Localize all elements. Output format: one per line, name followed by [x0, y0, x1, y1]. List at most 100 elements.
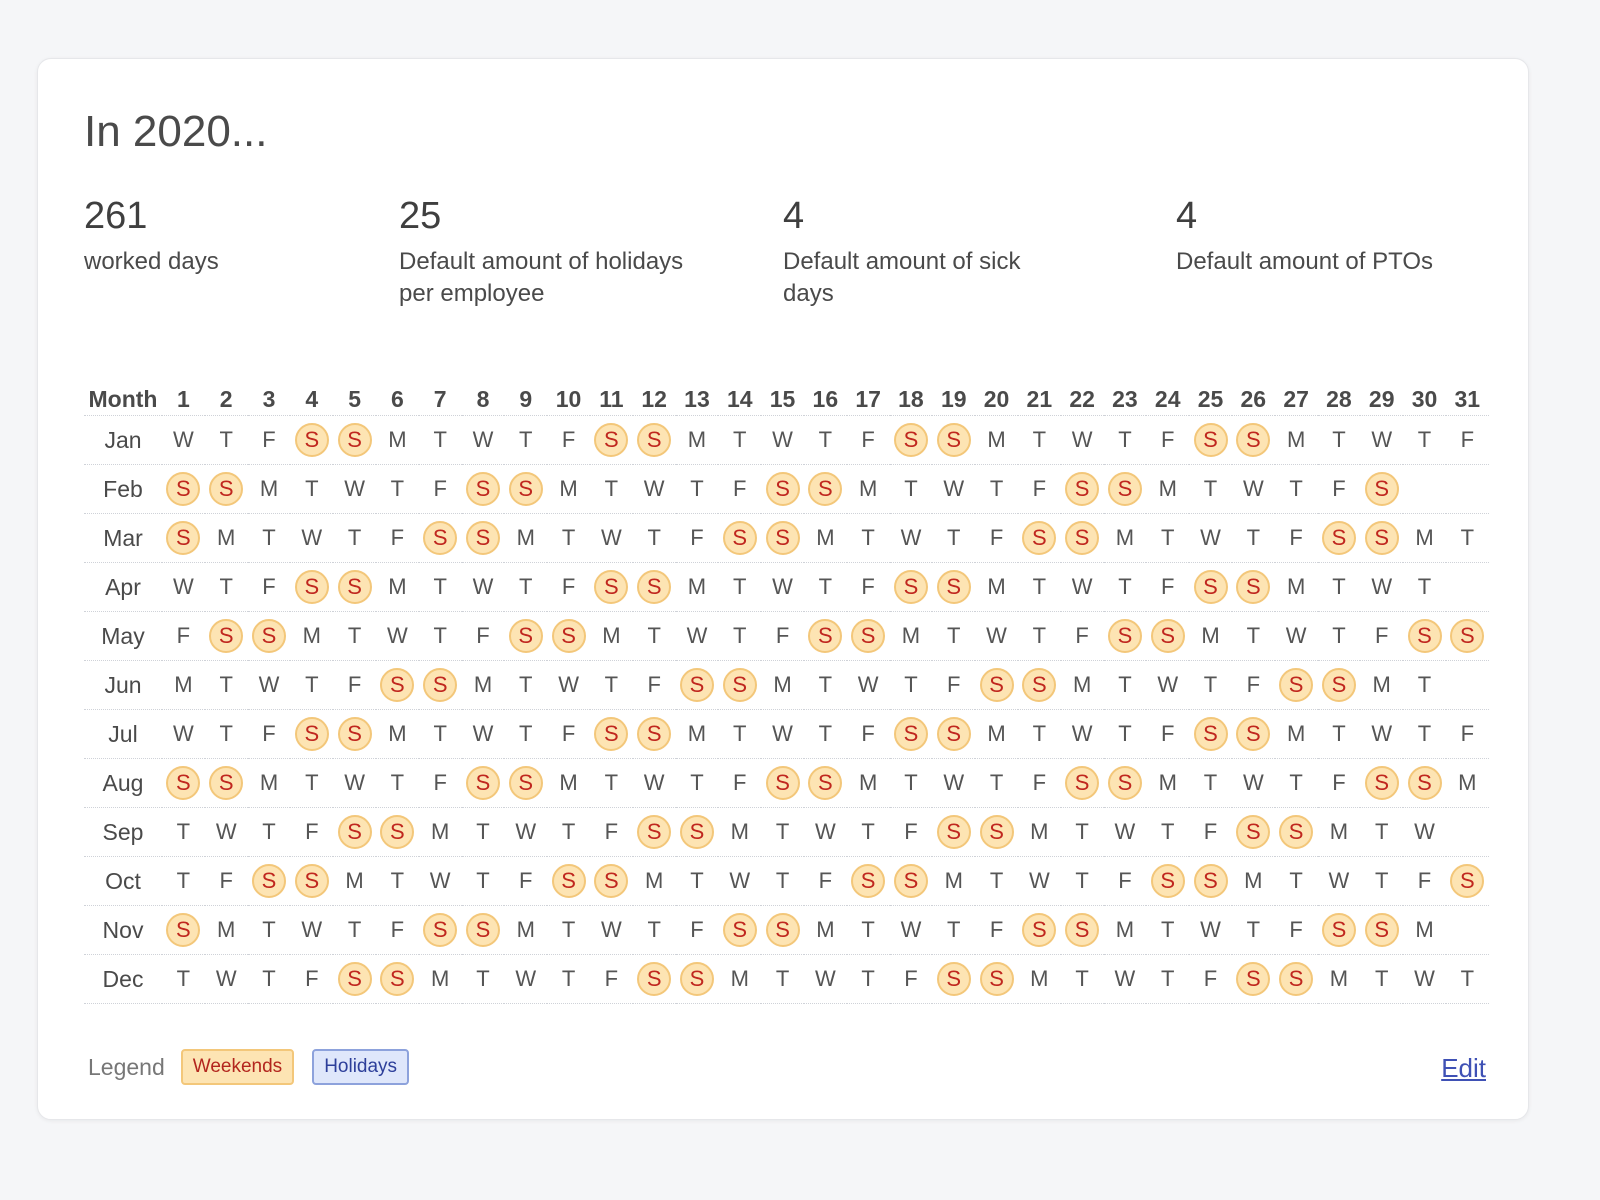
day-cell: W — [1360, 709, 1404, 759]
day-cell: T — [889, 660, 933, 710]
day-cell: T — [889, 758, 933, 808]
day-cell: F — [632, 660, 676, 710]
day-cell: S — [632, 954, 676, 1004]
day-number-header: 4 — [290, 367, 334, 416]
day-cell: F — [675, 513, 719, 563]
weekend-day-marker: S — [979, 668, 1014, 702]
day-cell: W — [761, 415, 804, 465]
month-row: Jun M T W T F S S M T W T F S S M T W T F S S M T W T F S S M T — [84, 660, 1489, 710]
weekend-day-marker: S — [637, 717, 672, 751]
month-row: Oct T F S S M T W T F S S M T W T F S S M T W T F S S M T W T F S — [84, 856, 1489, 906]
day-cell: S — [1017, 660, 1061, 710]
day-cell: S — [1017, 905, 1061, 955]
day-cell: S — [1146, 611, 1190, 661]
weekend-day-marker: S — [1279, 815, 1314, 849]
day-cell: F — [290, 954, 334, 1004]
day-cell: F — [333, 660, 376, 710]
day-cell: W — [461, 562, 505, 612]
day-cell: S — [162, 513, 205, 563]
day-cell: T — [1274, 464, 1318, 514]
day-number-header: 14 — [718, 367, 762, 416]
weekend-day-marker: S — [808, 619, 843, 653]
day-cell: S — [418, 905, 462, 955]
day-number-header: 9 — [504, 367, 548, 416]
day-cell: F — [1274, 905, 1318, 955]
month-name: May — [84, 611, 162, 661]
day-cell: S — [1103, 758, 1147, 808]
weekend-day-marker: S — [294, 717, 329, 751]
weekend-day-marker: S — [294, 423, 329, 457]
day-cell: W — [162, 709, 205, 759]
day-cell: T — [204, 562, 248, 612]
day-cell: W — [1017, 856, 1061, 906]
day-cell: T — [247, 905, 291, 955]
weekend-day-marker: S — [166, 766, 201, 800]
day-number-header: 21 — [1017, 367, 1061, 416]
day-cell: T — [461, 954, 505, 1004]
day-cell: F — [1445, 415, 1489, 465]
day-cell: S — [1103, 611, 1147, 661]
day-cell: S — [1403, 758, 1446, 808]
edit-link[interactable]: Edit — [1441, 1053, 1486, 1084]
day-cell: T — [1403, 562, 1446, 612]
day-cell: S — [418, 660, 462, 710]
day-cell: F — [718, 464, 762, 514]
day-number-header: 17 — [846, 367, 890, 416]
month-row: Dec T W T F S S M T W T F S S M T W T F S S M T W T F S S M T W T — [84, 954, 1489, 1004]
day-cell: T — [889, 464, 933, 514]
day-cell: T — [247, 513, 291, 563]
day-number-header: 8 — [461, 367, 505, 416]
day-cell: S — [889, 856, 933, 906]
day-cell: W — [589, 513, 633, 563]
day-cell: S — [1445, 856, 1489, 906]
day-cell: T — [504, 562, 548, 612]
day-cell: S — [1403, 611, 1446, 661]
day-cell: T — [1060, 807, 1104, 857]
weekend-day-marker: S — [1107, 472, 1142, 506]
empty-day-cell — [1445, 660, 1489, 710]
day-cell: F — [504, 856, 548, 906]
day-cell: S — [1317, 905, 1361, 955]
weekend-day-marker: S — [808, 472, 843, 506]
day-cell: F — [846, 562, 890, 612]
day-cell: S — [333, 807, 376, 857]
day-number-header: 10 — [547, 367, 590, 416]
page-title: In 2020... — [84, 107, 268, 156]
day-cell: T — [718, 709, 762, 759]
weekend-day-marker: S — [979, 815, 1014, 849]
day-cell: S — [290, 709, 334, 759]
day-cell: F — [1231, 660, 1275, 710]
day-cell: T — [803, 562, 847, 612]
stat-label: Default amount of sick days — [783, 248, 1021, 307]
weekend-day-marker: S — [337, 962, 372, 996]
day-cell: S — [1060, 758, 1104, 808]
weekend-day-marker: S — [508, 472, 543, 506]
weekend-day-marker: S — [679, 815, 714, 849]
month-name: Dec — [84, 954, 162, 1004]
day-cell: S — [204, 758, 248, 808]
day-cell: S — [247, 611, 291, 661]
weekend-day-marker: S — [423, 521, 458, 555]
day-cell: T — [204, 415, 248, 465]
weekend-day-marker: S — [380, 962, 415, 996]
day-cell: S — [1317, 660, 1361, 710]
day-cell: S — [803, 611, 847, 661]
day-cell: T — [204, 660, 248, 710]
weekend-day-marker: S — [1236, 717, 1271, 751]
day-cell: T — [632, 513, 676, 563]
day-cell: T — [1189, 758, 1232, 808]
day-number-header: 1 — [162, 367, 205, 416]
weekend-day-marker: S — [251, 619, 286, 653]
day-cell: T — [1317, 562, 1361, 612]
day-cell: S — [375, 660, 419, 710]
day-cell: T — [162, 807, 205, 857]
day-cell: T — [675, 464, 719, 514]
day-cell: S — [889, 562, 933, 612]
day-cell: S — [1360, 758, 1404, 808]
day-cell: M — [589, 611, 633, 661]
day-cell: T — [675, 856, 719, 906]
day-cell: F — [547, 709, 590, 759]
day-cell: T — [418, 611, 462, 661]
day-cell: W — [547, 660, 590, 710]
weekend-day-marker: S — [594, 864, 629, 898]
